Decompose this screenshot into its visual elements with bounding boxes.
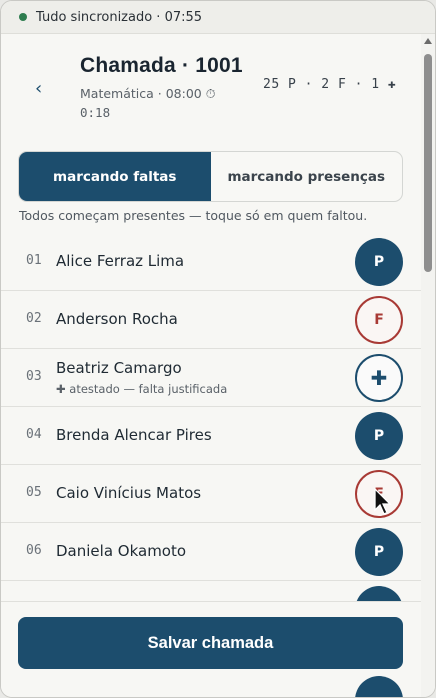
sync-status-text: Tudo sincronizado · 07:55: [36, 9, 203, 25]
attendance-mark-button[interactable]: ✚: [355, 354, 403, 402]
elapsed-timer: 0:18: [80, 105, 111, 120]
student-number: 06: [26, 543, 42, 558]
justified-absence-note: ✚ atestado — falta justificada: [56, 382, 228, 396]
student-number: 01: [26, 253, 42, 268]
attendance-mark-button[interactable]: F: [355, 296, 403, 344]
sync-status-dot: [19, 13, 27, 21]
attendance-mark-button[interactable]: [355, 676, 403, 697]
student-name: Beatriz Camargo: [56, 359, 182, 377]
student-row: 06 Daniela Okamoto P: [1, 523, 421, 581]
page-header: ‹ Chamada · 1001 Matemática · 08:00 ⏱ 0:…: [1, 34, 421, 134]
page-title: Chamada · 1001: [80, 54, 243, 77]
scrollbar-thumb[interactable]: [424, 54, 432, 272]
student-name: Brenda Alencar Pires: [56, 426, 212, 444]
student-row: 02 Anderson Rocha F: [1, 291, 421, 349]
mode-toggle: marcando faltas marcando presenças: [18, 151, 403, 202]
back-chevron-icon[interactable]: ‹: [35, 78, 42, 99]
student-name: Anderson Rocha: [56, 310, 178, 328]
app-window: Tudo sincronizado · 07:55 ‹ Chamada · 10…: [0, 0, 436, 698]
sync-status-bar: Tudo sincronizado · 07:55: [1, 1, 435, 34]
instruction-hint: Todos começam presentes — toque só em qu…: [19, 208, 368, 223]
student-list: 01 Alice Ferraz Lima P 02 Anderson Rocha…: [1, 233, 421, 639]
student-row: 04 Brenda Alencar Pires P: [1, 407, 421, 465]
student-name: Daniela Okamoto: [56, 542, 187, 560]
scroll-up-arrow-icon[interactable]: [424, 38, 432, 44]
student-name: Caio Vinícius Matos: [56, 484, 202, 502]
student-number: 02: [26, 311, 42, 326]
class-subtitle: Matemática · 08:00 ⏱ 0:18: [80, 84, 250, 122]
attendance-mark-button[interactable]: P: [355, 528, 403, 576]
attendance-mark-button[interactable]: P: [355, 238, 403, 286]
student-number: 04: [26, 427, 42, 442]
student-name: Alice Ferraz Lima: [56, 252, 185, 270]
scrollbar[interactable]: [421, 34, 435, 697]
save-attendance-button[interactable]: Salvar chamada: [18, 617, 403, 669]
attendance-counts: 25 P · 2 F · 1 ✚: [263, 77, 397, 92]
attendance-mark-button[interactable]: P: [355, 412, 403, 460]
mouse-pointer-icon: [374, 488, 392, 515]
student-number: 05: [26, 485, 42, 500]
student-number: 03: [26, 369, 42, 384]
student-row: 05 Caio Vinícius Matos F: [1, 465, 421, 523]
toggle-marking-absences[interactable]: marcando faltas: [19, 152, 211, 201]
student-row: 03 Beatriz Camargo ✚ atestado — falta ju…: [1, 349, 421, 407]
subject-time: Matemática · 08:00: [80, 86, 202, 101]
footer-bar: Salvar chamada: [1, 601, 421, 697]
student-row: 01 Alice Ferraz Lima P: [1, 233, 421, 291]
timer-icon: ⏱: [205, 86, 216, 101]
toggle-marking-presences[interactable]: marcando presenças: [211, 152, 403, 201]
